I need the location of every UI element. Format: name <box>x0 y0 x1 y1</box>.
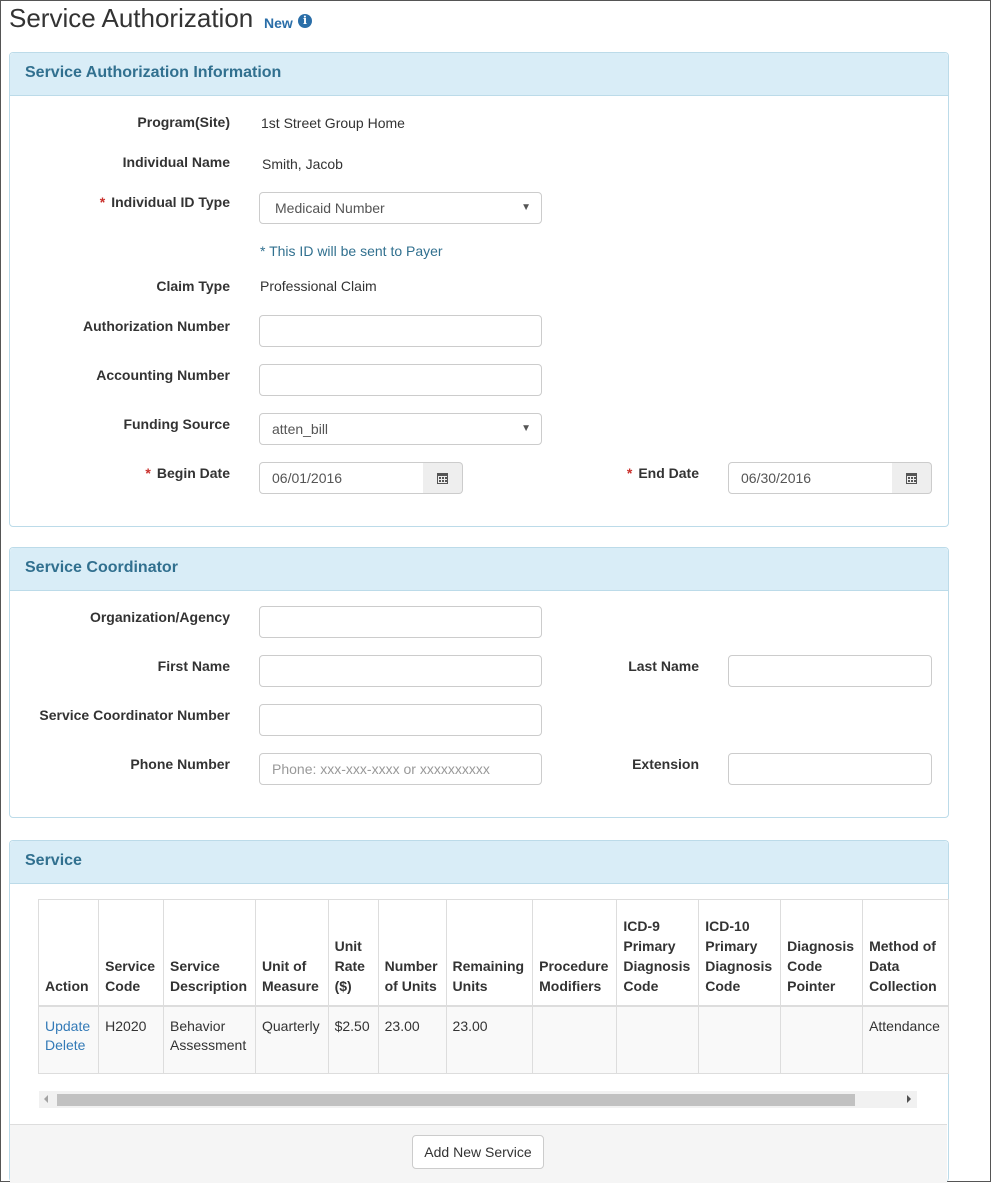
accounting-number-input[interactable] <box>259 364 542 396</box>
funding-source-select[interactable]: atten_bill ▼ <box>259 413 542 445</box>
extension-label: Extension <box>632 756 699 772</box>
end-date-input[interactable]: 06/30/2016 <box>728 462 893 494</box>
panel-title: Service Coordinator <box>25 559 178 576</box>
icd10-cell <box>698 1005 782 1074</box>
unit-rate-cell: $2.50 <box>327 1005 379 1074</box>
claim-type-label: Claim Type <box>156 278 230 294</box>
icd9-cell <box>616 1005 700 1074</box>
service-description-cell: Behavior Assessment <box>162 1005 257 1074</box>
column-header: Diagnosis Code Pointer <box>780 899 864 1007</box>
id-type-select[interactable]: Medicaid Number ▼ <box>259 192 542 224</box>
extension-input[interactable] <box>728 753 932 785</box>
status-badge: New <box>264 15 293 31</box>
last-name-label: Last Name <box>628 658 699 674</box>
first-name-input[interactable] <box>259 655 542 687</box>
authorization-number-input[interactable] <box>259 315 542 347</box>
add-new-service-button[interactable]: Add New Service <box>412 1135 544 1169</box>
organization-label: Organization/Agency <box>89 609 230 625</box>
id-type-label-text: Individual ID Type <box>111 194 230 210</box>
panel-title: Service <box>25 852 82 869</box>
caret-down-icon: ▼ <box>521 202 531 213</box>
authorization-info-panel: Service Authorization Information Progra… <box>9 52 949 527</box>
service-code-cell: H2020 <box>98 1005 164 1074</box>
column-header: Service Description <box>162 899 257 1007</box>
begin-date-label: * Begin Date <box>145 465 230 481</box>
horizontal-scrollbar[interactable] <box>39 1091 917 1108</box>
column-header: Unit of Measure <box>255 899 329 1007</box>
end-date-label-text: End Date <box>638 465 699 481</box>
service-coordinator-panel: Service Coordinator Organization/Agency … <box>9 547 949 818</box>
end-date-calendar-button[interactable] <box>892 462 932 494</box>
funding-source-selected: atten_bill <box>272 421 329 437</box>
panel-title: Service Authorization Information <box>25 64 282 81</box>
coordinator-number-label: Service Coordinator Number <box>39 707 230 723</box>
column-header: Service Code <box>98 899 164 1007</box>
individual-name-value: Smith, Jacob <box>262 156 343 172</box>
diagnosis-pointer-cell <box>780 1005 864 1074</box>
column-header: Number of Units <box>377 899 447 1007</box>
column-header: Action <box>37 899 100 1007</box>
column-header: ICD-10 Primary Diagnosis Code <box>698 899 782 1007</box>
end-date-picker: 06/30/2016 <box>728 462 932 494</box>
table-header-row: Action Service Code Service Description … <box>37 899 949 1007</box>
calendar-icon <box>906 473 917 484</box>
column-header: Remaining Units <box>445 899 534 1007</box>
program-value: 1st Street Group Home <box>261 115 405 131</box>
required-marker: * <box>145 465 151 481</box>
id-type-selected: Medicaid Number <box>275 200 385 216</box>
remaining-units-cell: 23.00 <box>445 1005 534 1074</box>
service-table: Action Service Code Service Description … <box>37 899 949 1074</box>
column-header: Procedure Modifiers <box>532 899 618 1007</box>
begin-date-label-text: Begin Date <box>156 465 230 481</box>
authorization-number-label: Authorization Number <box>83 318 230 334</box>
panel-header: Service Authorization Information <box>10 53 948 96</box>
calendar-icon <box>437 473 448 484</box>
action-cell: Update Delete <box>37 1005 100 1074</box>
scroll-left-icon[interactable] <box>44 1095 48 1103</box>
begin-date-calendar-button[interactable] <box>423 462 463 494</box>
phone-number-input[interactable] <box>259 753 542 785</box>
number-of-units-cell: 23.00 <box>377 1005 447 1074</box>
program-label: Program(Site) <box>137 114 230 130</box>
column-header: Unit Rate ($) <box>327 899 379 1007</box>
panel-header: Service <box>10 841 948 884</box>
coordinator-number-input[interactable] <box>259 704 542 736</box>
first-name-label: First Name <box>157 658 230 674</box>
method-cell: Attendance <box>862 1005 949 1074</box>
id-hint: * This ID will be sent to Payer <box>260 243 443 259</box>
update-link[interactable]: Update <box>45 1017 90 1036</box>
info-icon[interactable]: i <box>298 14 312 28</box>
last-name-input[interactable] <box>728 655 932 687</box>
delete-link[interactable]: Delete <box>45 1036 90 1055</box>
claim-type-value: Professional Claim <box>260 278 377 294</box>
required-marker: * <box>99 194 106 210</box>
begin-date-picker: 06/01/2016 <box>259 462 463 494</box>
column-header: ICD-9 Primary Diagnosis Code <box>616 899 700 1007</box>
accounting-number-label: Accounting Number <box>96 367 230 383</box>
caret-down-icon: ▼ <box>521 423 531 434</box>
begin-date-input[interactable]: 06/01/2016 <box>259 462 424 494</box>
table-row: Update Delete H2020 Behavior Assessment … <box>37 1005 949 1074</box>
organization-input[interactable] <box>259 606 542 638</box>
funding-source-label: Funding Source <box>123 416 230 432</box>
id-type-label: * Individual ID Type <box>100 194 230 210</box>
required-marker: * <box>626 465 633 481</box>
panel-footer: Add New Service <box>10 1124 947 1183</box>
panel-header: Service Coordinator <box>10 548 948 591</box>
page-title: Service Authorization <box>9 3 254 33</box>
scrollbar-thumb[interactable] <box>57 1094 855 1106</box>
end-date-label: * End Date <box>627 465 699 481</box>
scroll-right-icon[interactable] <box>907 1095 911 1103</box>
individual-name-label: Individual Name <box>122 154 230 170</box>
column-header: Method of Data Collection <box>862 899 949 1007</box>
phone-number-label: Phone Number <box>130 756 230 772</box>
procedure-modifiers-cell <box>532 1005 618 1074</box>
unit-of-measure-cell: Quarterly <box>255 1005 329 1074</box>
